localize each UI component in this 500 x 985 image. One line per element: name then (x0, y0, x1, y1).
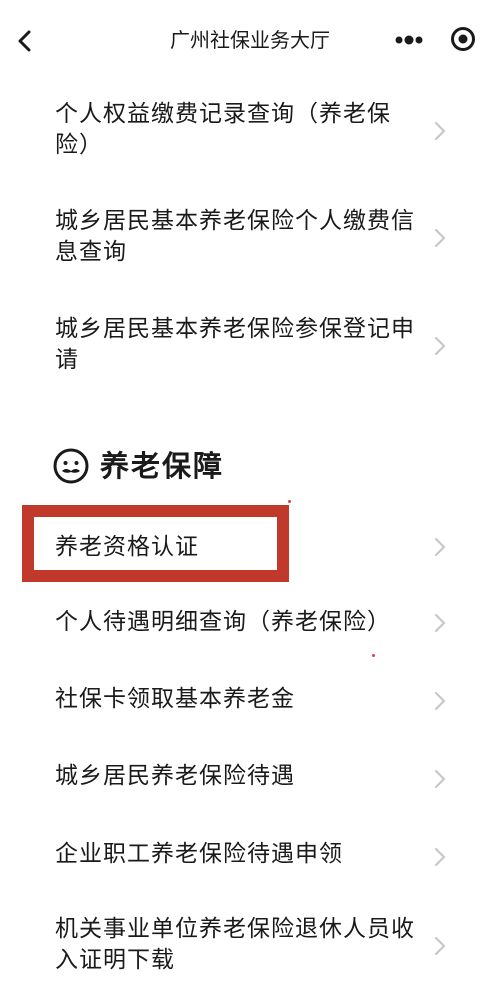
list-item-label: 城乡居民养老保险待遇 (55, 763, 295, 789)
navigation-bar: 广州社保业务大厅 (0, 0, 500, 80)
chevron-right-icon (434, 613, 446, 633)
list-item-label: 个人权益缴费记录查询（养老保险） (55, 101, 391, 158)
list-item-label: 城乡居民基本养老保险参保登记申请 (55, 316, 415, 373)
highlight-annotation-box (22, 505, 289, 582)
chevron-right-icon (434, 121, 446, 141)
chevron-right-icon (434, 537, 446, 557)
list-item[interactable]: 城乡居民基本养老保险参保登记申请 (0, 310, 500, 390)
list-item-label: 企业职工养老保险待遇申领 (55, 841, 343, 867)
list-item[interactable]: 城乡居民养老保险待遇 (0, 754, 500, 808)
chevron-right-icon (434, 691, 446, 711)
list-item[interactable]: 个人权益缴费记录查询（养老保险） (0, 95, 500, 175)
list-item-label: 城乡居民基本养老保险个人缴费信息查询 (55, 208, 415, 265)
red-speck (372, 654, 375, 657)
elderly-face-icon (53, 448, 89, 484)
list-item-label: 个人待遇明细查询（养老保险） (55, 609, 391, 635)
chevron-right-icon (434, 936, 446, 956)
list-item[interactable]: 社保卡领取基本养老金 (0, 676, 500, 730)
list-item[interactable]: 机关事业单位养老保险退休人员收入证明下载 (0, 910, 500, 985)
chevron-right-icon (434, 336, 446, 356)
more-button[interactable] (392, 27, 426, 53)
target-icon (451, 27, 475, 51)
more-dots-icon (395, 35, 423, 45)
chevron-right-icon (434, 769, 446, 789)
close-miniprogram-button[interactable] (448, 24, 478, 54)
list-item[interactable]: 企业职工养老保险待遇申领 (0, 832, 500, 886)
chevron-right-icon (434, 847, 446, 867)
list-item-label: 社保卡领取基本养老金 (55, 686, 295, 712)
list-item-label: 机关事业单位养老保险退休人员收入证明下载 (55, 916, 415, 973)
red-speck (288, 500, 291, 503)
chevron-right-icon (434, 228, 446, 248)
list-item[interactable]: 个人待遇明细查询（养老保险） (0, 598, 500, 652)
section-title: 养老保障 (100, 449, 225, 483)
section-header: 养老保障 (0, 440, 500, 496)
list-item[interactable]: 城乡居民基本养老保险个人缴费信息查询 (0, 202, 500, 282)
